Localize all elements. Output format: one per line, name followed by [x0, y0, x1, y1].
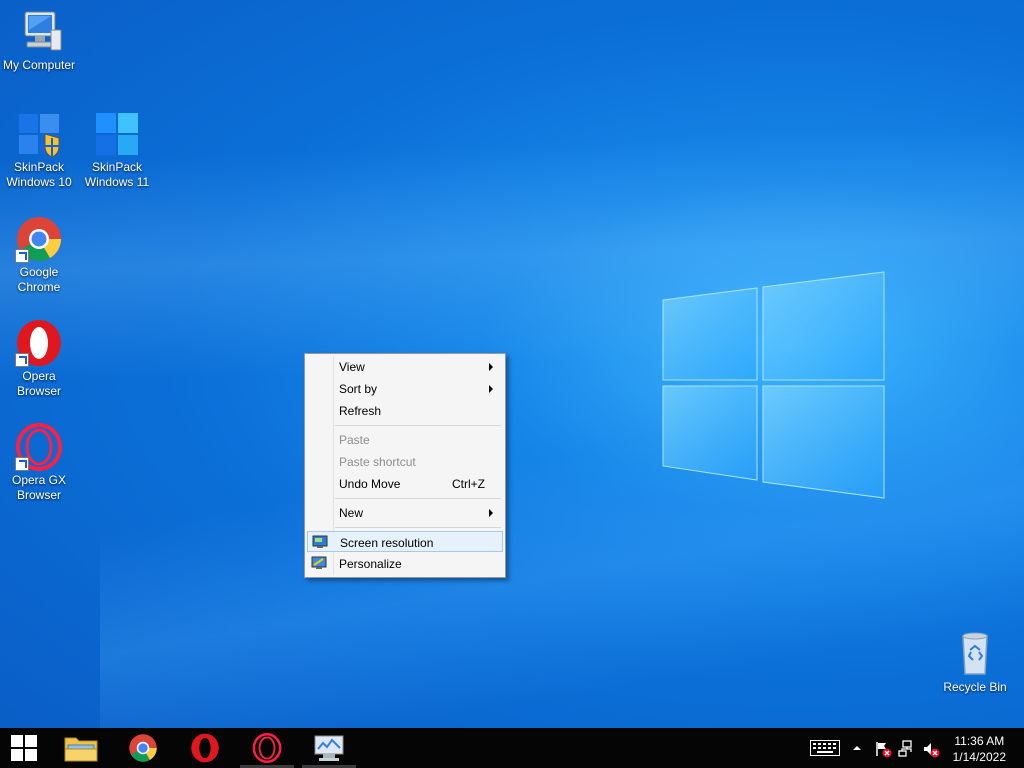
desktop-icon-opera-browser[interactable]: Opera Browser	[0, 319, 78, 399]
menu-item-screen-resolution[interactable]: Screen resolution	[307, 531, 503, 552]
menu-item-label: Screen resolution	[340, 536, 434, 550]
flag-error-icon	[876, 742, 892, 758]
opera-icon	[15, 319, 63, 367]
menu-item-label: View	[339, 360, 365, 374]
menu-separator	[335, 498, 501, 499]
menu-item-view[interactable]: View	[307, 356, 503, 377]
taskbar-control-panel[interactable]	[300, 728, 358, 768]
icon-label: Opera GX Browser	[11, 473, 67, 502]
windows-start-icon	[11, 735, 37, 761]
submenu-arrow-icon	[489, 385, 493, 393]
menu-item-personalize[interactable]: Personalize	[307, 553, 503, 574]
icon-label: Opera Browser	[16, 369, 61, 398]
taskbar-opera[interactable]	[176, 728, 234, 768]
personalize-icon	[311, 556, 327, 569]
action-center-flag-button[interactable]	[872, 728, 894, 768]
monitor-icon	[312, 535, 328, 548]
windows-shield-icon	[15, 110, 63, 158]
menu-separator	[335, 527, 501, 528]
desktop-icon-google-chrome[interactable]: Google Chrome	[0, 215, 78, 295]
icon-label: Recycle Bin	[943, 680, 1007, 694]
opera-icon	[191, 733, 219, 763]
opera-gx-icon	[252, 733, 282, 763]
taskbar-google-chrome[interactable]	[114, 728, 172, 768]
keyboard-icon	[810, 740, 840, 756]
menu-item-label: Undo Move	[339, 477, 401, 491]
menu-item-sort-by[interactable]: Sort by	[307, 378, 503, 399]
network-icon	[898, 740, 912, 757]
computer-icon	[15, 8, 63, 56]
windows-11-icon	[93, 110, 141, 158]
menu-item-new[interactable]: New	[307, 502, 503, 523]
chevron-up-icon	[853, 746, 861, 750]
menu-item-paste-shortcut: Paste shortcut	[307, 451, 503, 472]
icon-label: Google Chrome	[17, 265, 61, 294]
icon-label: SkinPack Windows 10	[6, 160, 72, 189]
folder-icon	[64, 737, 98, 762]
menu-item-refresh[interactable]: Refresh	[307, 400, 503, 421]
menu-item-undo-move[interactable]: Undo Move Ctrl+Z	[307, 473, 503, 494]
shortcut-arrow-icon	[15, 353, 29, 367]
menu-item-shortcut: Ctrl+Z	[452, 477, 485, 491]
desktop-icon-my-computer[interactable]: My Computer	[0, 8, 78, 73]
chrome-icon	[129, 734, 157, 762]
control-panel-icon	[314, 735, 344, 761]
chrome-icon	[15, 215, 63, 263]
menu-separator	[335, 425, 501, 426]
icon-label: My Computer	[2, 58, 76, 72]
menu-item-label: Paste shortcut	[339, 455, 416, 469]
start-button[interactable]	[0, 728, 48, 768]
desktop-context-menu: View Sort by Refresh Paste Paste shortcu…	[304, 353, 506, 578]
submenu-arrow-icon	[489, 509, 493, 517]
volume-button[interactable]	[920, 728, 942, 768]
desktop-icon-recycle-bin[interactable]: Recycle Bin	[936, 630, 1014, 695]
opera-gx-icon	[15, 423, 63, 471]
desktop-icon-skinpack-windows-10[interactable]: SkinPack Windows 10	[0, 110, 78, 190]
touch-keyboard-button[interactable]	[808, 728, 842, 768]
taskbar: 11:36 AM 1/14/2022	[0, 728, 1024, 768]
recycle-bin-icon	[951, 630, 999, 678]
clock-time: 11:36 AM	[954, 734, 1005, 748]
icon-label: SkinPack Windows 11	[84, 160, 150, 189]
taskbar-clock[interactable]: 11:36 AM 1/14/2022	[953, 733, 1006, 765]
clock-date: 1/14/2022	[952, 750, 1006, 764]
menu-item-label: Paste	[339, 433, 370, 447]
taskbar-opera-gx[interactable]	[238, 728, 296, 768]
desktop-icon-skinpack-windows-11[interactable]: SkinPack Windows 11	[78, 110, 156, 190]
windows-logo-wallpaper	[662, 271, 885, 499]
submenu-arrow-icon	[489, 363, 493, 371]
shortcut-arrow-icon	[15, 249, 29, 263]
menu-item-paste: Paste	[307, 429, 503, 450]
menu-item-label: Sort by	[339, 382, 378, 396]
menu-item-label: New	[339, 506, 364, 520]
desktop[interactable]: My Computer SkinPack Windows 10 SkinPack	[0, 0, 1024, 728]
taskbar-file-explorer[interactable]	[52, 728, 110, 768]
volume-muted-icon	[924, 743, 940, 758]
shortcut-arrow-icon	[15, 457, 29, 471]
network-button[interactable]	[896, 728, 918, 768]
desktop-icon-opera-gx-browser[interactable]: Opera GX Browser	[0, 423, 78, 503]
menu-item-label: Personalize	[339, 557, 402, 571]
show-hidden-icons-button[interactable]	[848, 728, 866, 768]
menu-item-label: Refresh	[339, 404, 382, 418]
